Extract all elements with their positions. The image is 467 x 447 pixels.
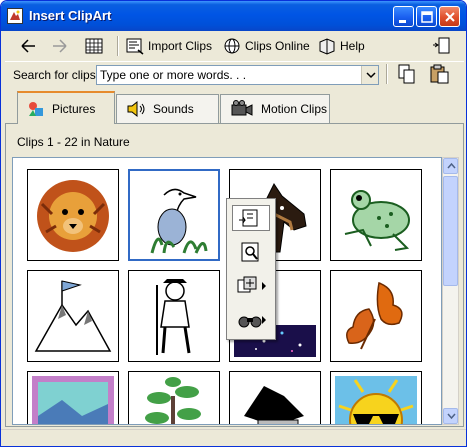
tab-motion-clips-label: Motion Clips: [261, 102, 328, 116]
title-bar[interactable]: Insert ClipArt: [1, 1, 466, 31]
paste-clipboard-icon: [430, 64, 449, 84]
tab-sounds-label: Sounds: [153, 102, 194, 116]
tab-sounds[interactable]: Sounds: [116, 94, 219, 123]
paste-button[interactable]: [429, 63, 451, 85]
window-title: Insert ClipArt: [29, 8, 112, 23]
grid-icon: [85, 38, 103, 54]
tab-pictures[interactable]: Pictures: [17, 91, 115, 124]
scroll-down-arrow-icon: [447, 413, 456, 420]
close-icon: [445, 12, 455, 22]
sun-sunglasses-icon: [335, 376, 417, 424]
submenu-arrow-icon: [262, 316, 266, 324]
insert-clip-button[interactable]: [232, 205, 270, 231]
tab-pictures-label: Pictures: [52, 101, 96, 116]
search-input[interactable]: Type one or more words. . .: [96, 65, 379, 85]
clip-heron[interactable]: [128, 169, 220, 261]
clip-sun-sunglasses[interactable]: [330, 371, 422, 424]
copy-icon: [398, 64, 415, 84]
scroll-thumb[interactable]: [443, 176, 458, 286]
insert-clipart-window: Insert ClipArt Import Clips Clips Online…: [0, 0, 467, 447]
frog-icon: [344, 190, 410, 251]
import-clips-label: Import Clips: [148, 39, 213, 53]
close-button[interactable]: [439, 6, 460, 27]
help-book-icon: [319, 38, 335, 55]
back-arrow-icon: [21, 39, 35, 53]
globe-icon: [224, 38, 240, 54]
clipart-app-icon: [7, 8, 23, 24]
sound-speaker-icon: [127, 100, 145, 118]
pictures-icon: [29, 101, 43, 116]
film-camera-icon: [231, 100, 253, 116]
minimize-button[interactable]: [393, 6, 414, 27]
clip-tree[interactable]: [128, 371, 220, 424]
search-input-value: Type one or more words. . .: [100, 68, 247, 82]
scroll-down-button[interactable]: [443, 408, 458, 424]
forward-arrow-icon: [53, 39, 67, 53]
clip-mountain-flag[interactable]: [27, 270, 119, 362]
preview-clip-button[interactable]: [232, 239, 270, 265]
lion-icon: [37, 180, 109, 252]
clip-dark-landscape[interactable]: [229, 371, 321, 424]
chevron-down-icon: [366, 72, 376, 79]
toolbar-separator: [386, 64, 388, 84]
maximize-icon: [421, 11, 433, 23]
clips-online-button[interactable]: Clips Online: [222, 35, 310, 57]
all-categories-button[interactable]: [83, 35, 105, 57]
clips-online-label: Clips Online: [245, 39, 310, 53]
add-to-favorites-button[interactable]: [232, 273, 270, 299]
hiker-icon: [156, 279, 191, 355]
heron-icon: [150, 188, 208, 254]
preview-clip-icon: [241, 242, 259, 262]
help-label: Help: [340, 39, 365, 53]
change-to-small-window-button[interactable]: [430, 35, 452, 57]
scroll-up-arrow-icon: [447, 162, 456, 169]
dark-landscape-icon: [244, 386, 304, 424]
submenu-arrow-icon: [262, 282, 266, 290]
find-similar-button[interactable]: [232, 307, 270, 333]
import-clips-button[interactable]: Import Clips: [125, 35, 212, 57]
clip-oak-leaves[interactable]: [330, 270, 422, 362]
clip-frog[interactable]: [330, 169, 422, 261]
minimize-icon: [399, 20, 406, 23]
scroll-up-button[interactable]: [443, 158, 458, 174]
status-bar: [1, 429, 466, 446]
search-dropdown-button[interactable]: [361, 66, 378, 84]
clip-popup-menu: [226, 198, 276, 340]
tab-motion-clips[interactable]: Motion Clips: [220, 94, 330, 123]
mountain-flag-icon: [34, 280, 112, 352]
clip-hiker[interactable]: [128, 270, 220, 362]
search-label: Search for clips:: [13, 68, 100, 82]
import-clips-icon: [126, 38, 144, 55]
toolbar: Import Clips Clips Online Help: [5, 32, 464, 60]
landscape-painting-icon: [32, 376, 114, 424]
insert-clip-icon: [239, 209, 258, 227]
help-button[interactable]: Help: [317, 35, 365, 57]
oak-leaves-icon: [346, 281, 403, 350]
clip-lion[interactable]: [27, 169, 119, 261]
clip-landscape-painting[interactable]: [27, 371, 119, 424]
maximize-button[interactable]: [416, 6, 437, 27]
copy-button[interactable]: [397, 63, 417, 85]
clips-count-label: Clips 1 - 22 in Nature: [17, 135, 130, 149]
tree-icon: [145, 377, 201, 424]
small-window-icon: [433, 37, 450, 54]
back-button[interactable]: [17, 35, 39, 57]
gallery-scrollbar[interactable]: [442, 157, 459, 425]
search-row: Search for clips: Type one or more words…: [5, 61, 464, 87]
tab-strip: Pictures Sounds Motion Clips: [1, 89, 466, 125]
forward-button[interactable]: [49, 35, 71, 57]
toolbar-separator: [117, 36, 119, 56]
